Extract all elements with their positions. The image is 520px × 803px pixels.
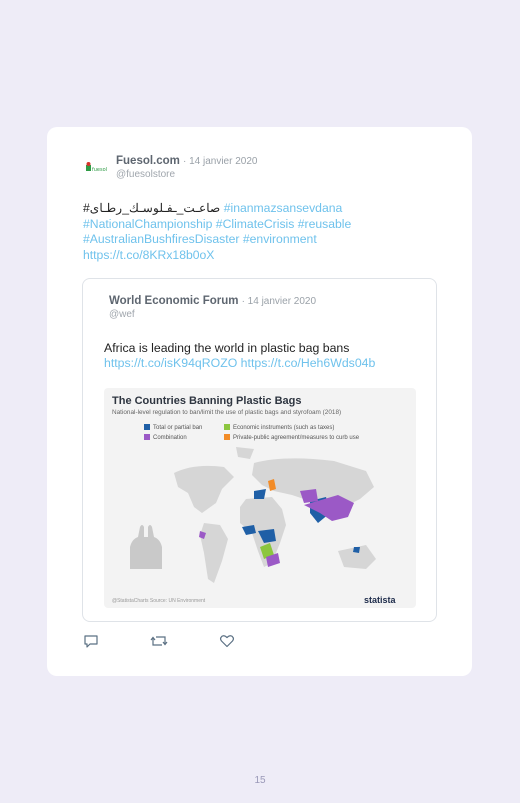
hashtag-line-2[interactable]: #NationalChampionship #ClimateCrisis #re… [83,217,351,231]
author-name[interactable]: Fuesol.com [116,155,180,167]
hashtag-line-3[interactable]: #AustralianBushfiresDisaster #environmen… [83,232,317,246]
heart-icon[interactable] [219,633,235,649]
legend-item: Economic instruments (such as taxes) [224,424,334,431]
legend-item: Private-public agreement/measures to cur… [224,434,359,441]
legend-swatch [144,434,150,440]
quoted-message: Africa is leading the world in plastic b… [104,341,350,355]
quoted-handle: @wef [109,309,135,320]
legend-item: Combination [144,434,187,441]
retweet-icon[interactable] [150,633,168,649]
legend-swatch [144,424,150,430]
page-number: 15 [254,775,266,786]
author-handle: @fuesolstore [116,169,176,180]
avatar[interactable]: fuesol [84,160,110,178]
quoted-author[interactable]: World Economic Forum · 14 janvier 2020 [109,295,316,307]
legend-item: Total or partial ban [144,424,202,431]
arabic-hashtag[interactable]: #صاعـت_ـفـلوسـك_رطـاى [83,201,224,215]
legend-swatch [224,424,230,430]
world-map [130,447,376,583]
tweet-text: #صاعـت_ـفـلوسـك_رطـاى #inanmazsansevdana… [83,201,413,263]
svg-text:fuesol: fuesol [92,167,107,173]
quoted-text: Africa is leading the world in plastic b… [104,341,414,371]
quoted-links[interactable]: https://t.co/isK94qROZO https://t.co/Heh… [104,356,375,370]
infographic-source: @StatistaCharts Source: UN Environment [112,598,206,604]
legend-swatch [224,434,230,440]
reply-icon[interactable] [83,633,99,649]
infographic-title: The Countries Banning Plastic Bags [112,395,302,407]
statista-logo: statista [364,595,396,605]
hashtag-link[interactable]: #inanmazsansevdana [224,201,343,215]
tweet-date: · 14 janvier 2020 [182,156,258,167]
quoted-date: · 14 janvier 2020 [241,296,317,307]
infographic-subtitle: National-level regulation to ban/limit t… [112,409,342,416]
tweet-link[interactable]: https://t.co/8KRx18b0oX [83,248,214,262]
plastic-bag-icon [130,525,162,569]
quoted-author-name[interactable]: World Economic Forum [109,295,239,307]
infographic-image[interactable]: The Countries Banning Plastic Bags Natio… [104,388,416,608]
tweet-author[interactable]: Fuesol.com · 14 janvier 2020 [116,155,257,167]
